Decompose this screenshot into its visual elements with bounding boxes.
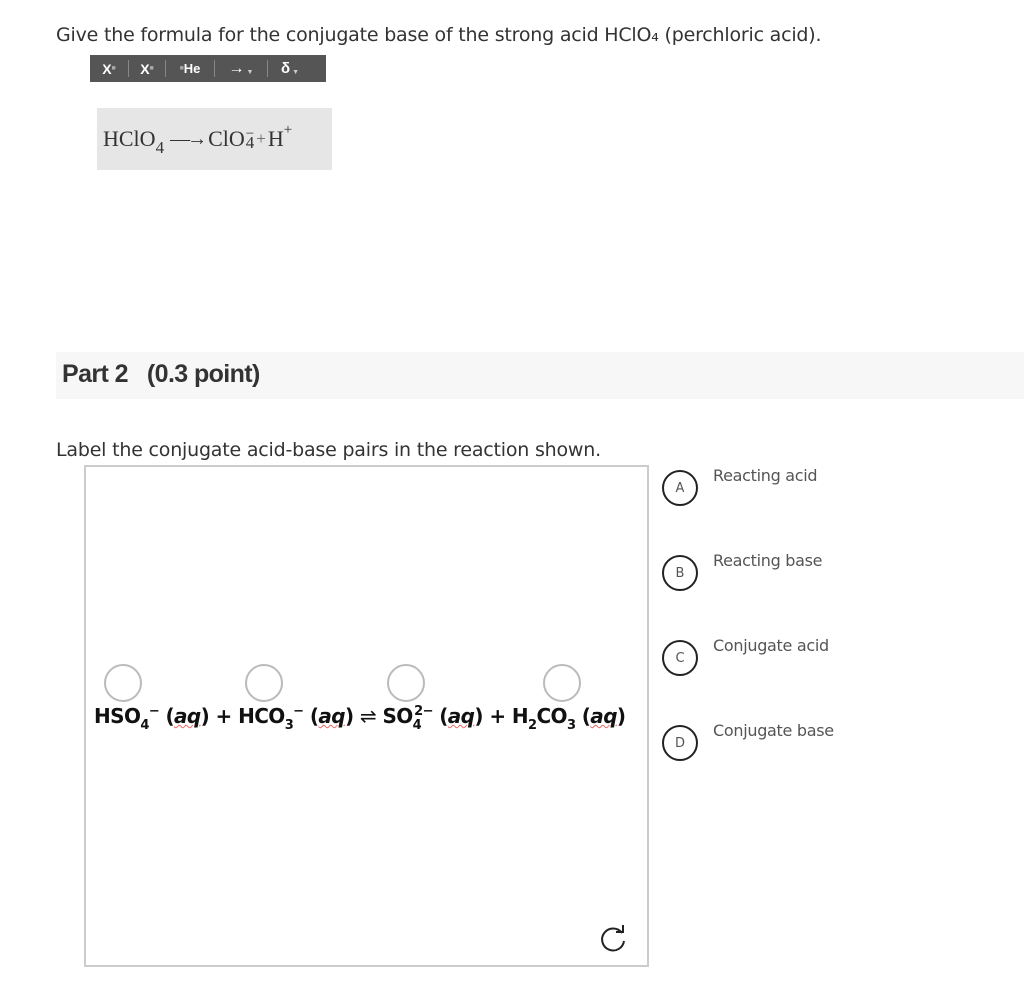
reactant: HClO bbox=[103, 126, 156, 151]
arrow-icon: → bbox=[228, 59, 245, 77]
element-icon: He bbox=[183, 61, 201, 76]
charge: − bbox=[148, 704, 160, 719]
reactant-subscript: 4 bbox=[155, 138, 165, 157]
subscript: 4 bbox=[412, 718, 422, 733]
state-aq: aq bbox=[590, 704, 617, 728]
equilibrium-arrow: ⇌ bbox=[359, 704, 377, 728]
charge: 2− bbox=[414, 704, 433, 719]
species-so4: SO bbox=[382, 704, 413, 728]
subscript-button[interactable]: X ■ bbox=[129, 55, 165, 82]
product-1-subscript: 4 bbox=[245, 133, 255, 152]
label-d-badge[interactable]: D bbox=[662, 725, 698, 761]
delta-button[interactable]: δ ▼ bbox=[268, 55, 312, 82]
product-2-charge: + bbox=[283, 121, 293, 138]
superscript-button[interactable]: X ■ bbox=[90, 55, 128, 82]
reset-icon bbox=[601, 925, 625, 952]
formula-toolbar: X ■ X ■ ■ He → ▼ δ ▼ bbox=[90, 55, 326, 82]
label-option-b[interactable]: B Reacting base bbox=[662, 551, 822, 591]
species-h2co3: H bbox=[511, 704, 529, 728]
label-option-a[interactable]: A Reacting acid bbox=[662, 466, 818, 506]
delta-icon: δ bbox=[280, 60, 291, 77]
subscript: 4 bbox=[140, 718, 149, 733]
part1-question: Give the formula for the conjugate base … bbox=[56, 24, 822, 46]
chevron-down-icon: ▼ bbox=[246, 69, 254, 76]
arrow-button[interactable]: → ▼ bbox=[215, 55, 267, 82]
superscript-icon: X bbox=[102, 60, 112, 77]
label-d-text: Conjugate base bbox=[713, 721, 834, 740]
label-c-badge[interactable]: C bbox=[662, 640, 698, 676]
subscript-icon: X bbox=[140, 60, 150, 77]
drop-target-hso4[interactable] bbox=[104, 664, 142, 702]
plus-sign: + bbox=[489, 704, 506, 728]
plus-sign: + bbox=[256, 129, 266, 148]
subscript: 3 bbox=[566, 718, 576, 733]
label-a-text: Reacting acid bbox=[713, 466, 818, 485]
state-aq: aq bbox=[447, 704, 475, 728]
drop-target-hco3[interactable] bbox=[245, 664, 283, 702]
charge: − bbox=[293, 704, 304, 719]
reaction-equation: HSO4− (aq) + HCO3− (aq) ⇌ SO42− (aq) + H… bbox=[94, 704, 626, 733]
product-2: H bbox=[267, 126, 284, 151]
part2-question: Label the conjugate acid-base pairs in t… bbox=[56, 439, 601, 461]
formula-answer-input[interactable]: HClO 4 —→ ClO −4 + H + bbox=[97, 108, 332, 170]
element-button[interactable]: ■ He bbox=[166, 55, 214, 82]
drop-target-h2co3[interactable] bbox=[543, 664, 581, 702]
label-option-d[interactable]: D Conjugate base bbox=[662, 721, 834, 761]
subscript: 2 bbox=[528, 718, 537, 733]
label-a-badge[interactable]: A bbox=[662, 470, 698, 506]
species-h2co3-part: CO bbox=[536, 704, 567, 728]
drop-target-so4[interactable] bbox=[387, 664, 425, 702]
label-b-text: Reacting base bbox=[713, 551, 823, 570]
reaction-arrow: —→ bbox=[170, 127, 207, 150]
label-b-badge[interactable]: B bbox=[662, 555, 698, 591]
subscript: 3 bbox=[284, 718, 294, 733]
state-aq: aq bbox=[318, 704, 345, 728]
species-hco3: HCO bbox=[238, 704, 285, 728]
plus-sign: + bbox=[215, 704, 233, 728]
product-1: ClO bbox=[208, 126, 245, 151]
part2-title: Part 2 (0.3 point) bbox=[62, 360, 260, 388]
reset-button[interactable] bbox=[596, 922, 630, 956]
chevron-down-icon: ▼ bbox=[292, 69, 300, 76]
label-option-c[interactable]: C Conjugate acid bbox=[662, 636, 829, 676]
state-aq: aq bbox=[174, 704, 201, 728]
species-hso4: HSO bbox=[94, 704, 141, 728]
label-c-text: Conjugate acid bbox=[713, 636, 829, 655]
